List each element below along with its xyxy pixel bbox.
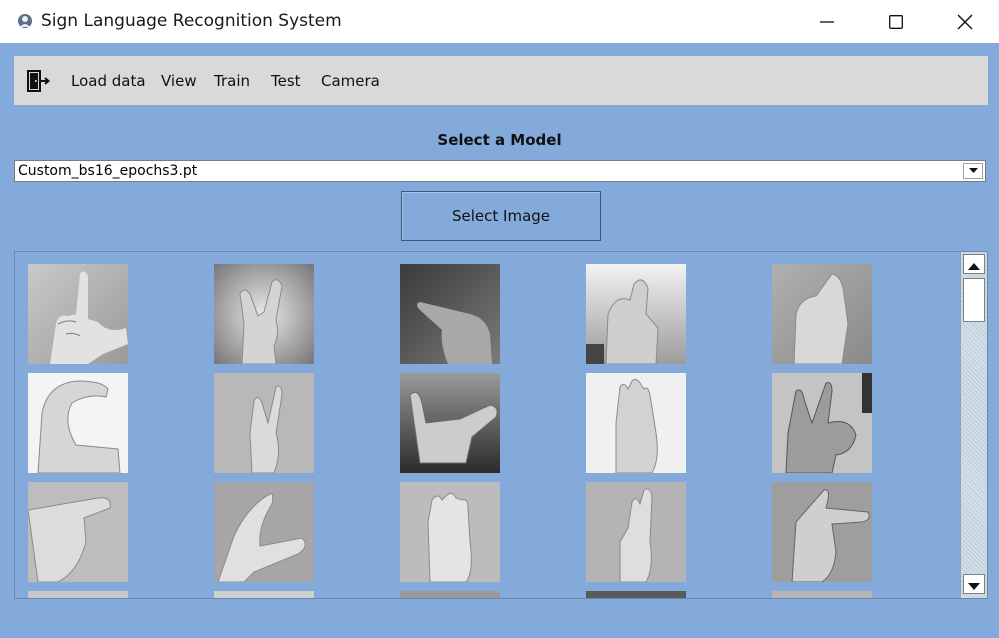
gallery-image-hand-sign-l[interactable] [28,264,128,364]
menu-train[interactable]: Train [214,72,250,90]
menu-load-data[interactable]: Load data [71,72,146,90]
gallery-image-hand-sign-c[interactable] [28,373,128,473]
gallery-image-hand-sign-fist[interactable] [772,264,872,364]
model-dropdown[interactable]: Custom_bs16_epochs3.pt [14,160,986,182]
minimize-button[interactable] [792,0,862,43]
window-title: Sign Language Recognition System [41,11,342,31]
gallery-image-hand-sign-h[interactable] [28,482,128,582]
gallery-image[interactable] [772,591,872,598]
title-bar: Sign Language Recognition System [0,0,999,43]
gallery-image-hand-sign-v2[interactable] [214,373,314,473]
arrow-up-icon [968,255,980,274]
gallery-image-hand-sign-v[interactable] [214,264,314,364]
gallery-image-hand-sign-g[interactable] [772,482,872,582]
gallery-image[interactable] [400,591,500,598]
maximize-icon [889,14,903,29]
menu-view[interactable]: View [161,72,197,90]
scrollbar-thumb[interactable] [963,278,985,322]
scroll-up-button[interactable] [963,254,985,274]
gallery-image-hand-sign-b[interactable] [400,482,500,582]
maximize-button[interactable] [861,0,931,43]
menu-camera[interactable]: Camera [321,72,380,90]
close-icon [957,14,973,30]
gallery-image-hand-sign-k[interactable] [772,373,872,473]
gallery-image-hand-sign-f[interactable] [586,373,686,473]
select-model-label: Select a Model [437,131,562,149]
gallery-image[interactable] [214,591,314,598]
close-button[interactable] [930,0,999,43]
model-dropdown-value: Custom_bs16_epochs3.pt [18,163,198,179]
app-icon [16,12,34,30]
select-image-button[interactable]: Select Image [401,191,601,241]
dropdown-arrow-icon[interactable] [963,163,983,179]
gallery-image[interactable] [586,591,686,598]
minimize-icon [820,15,834,29]
gallery-image[interactable] [28,591,128,598]
gallery-image-hand-sign-u[interactable] [586,482,686,582]
gallery-image-hand-sign-x[interactable] [586,264,686,364]
scroll-down-button[interactable] [963,574,985,594]
gallery-image-hand-sign-point[interactable] [400,264,500,364]
gallery-image-hand-sign-c2[interactable] [214,482,314,582]
gallery-scrollbar[interactable] [960,252,987,598]
arrow-down-icon [968,575,980,594]
gallery-image-hand-sign-y[interactable] [400,373,500,473]
menu-bar: Load data View Train Test Camera [14,56,988,105]
exit-door-icon[interactable] [26,69,51,93]
image-gallery [14,251,988,599]
menu-test[interactable]: Test [271,72,301,90]
